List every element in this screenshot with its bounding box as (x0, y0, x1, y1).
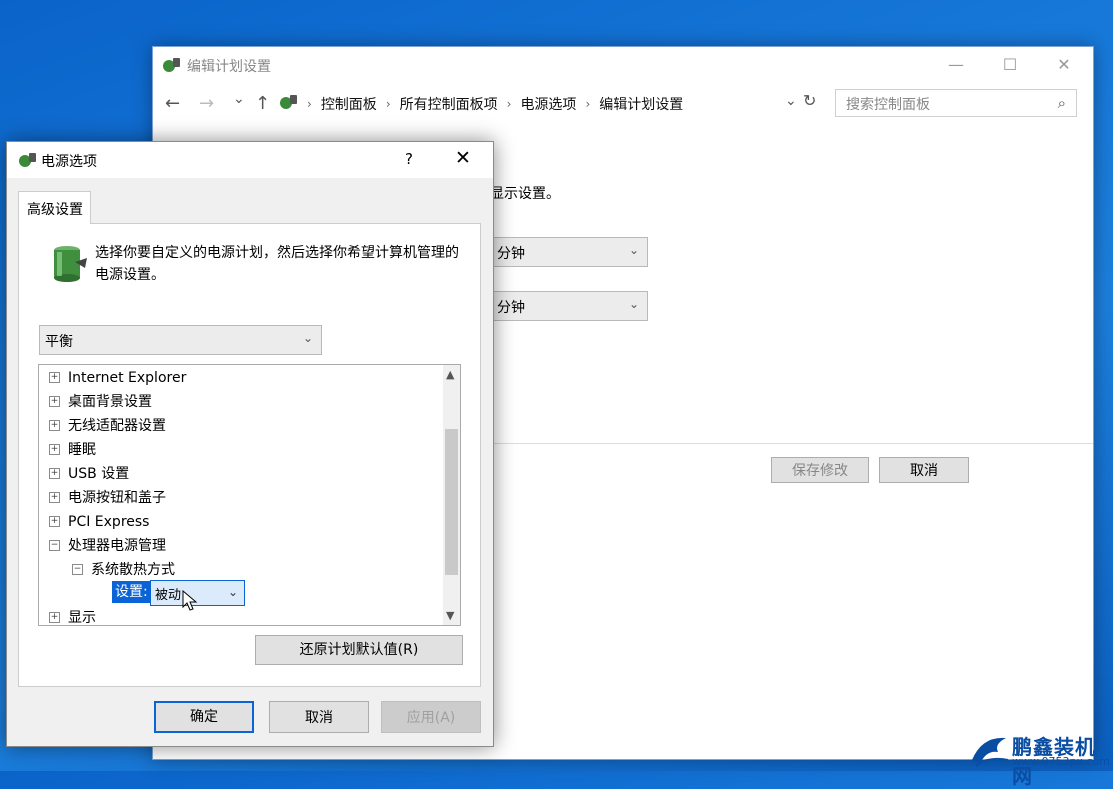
breadcrumb-separator: › (585, 97, 591, 111)
search-placeholder: 搜索控制面板 (846, 97, 930, 113)
expand-icon[interactable]: + (49, 371, 60, 383)
expand-icon[interactable]: + (49, 491, 60, 503)
power-options-icon (161, 56, 181, 78)
expand-icon[interactable]: + (49, 419, 60, 431)
tree-item[interactable]: − 系统散热方式 (72, 559, 175, 581)
tree-item[interactable]: + PCI Express (49, 511, 149, 533)
tree-item[interactable]: + 显示 (49, 607, 96, 626)
tab-advanced-settings[interactable]: 高级设置 (18, 191, 91, 224)
tree-item-label: USB 设置 (68, 466, 130, 482)
tree-item-label: 无线适配器设置 (68, 418, 166, 434)
power-options-icon (17, 151, 37, 173)
dragon-logo-icon (972, 737, 1009, 767)
dialog-title: 电源选项 (41, 154, 97, 170)
tree-item-label: Internet Explorer (68, 370, 187, 386)
help-icon[interactable]: ? (405, 150, 413, 168)
save-changes-button[interactable]: 保存修改 (771, 457, 869, 483)
chevron-down-icon[interactable]: ⌄ (785, 93, 797, 109)
cancel-button[interactable]: 取消 (269, 701, 369, 733)
battery-icon (45, 242, 89, 290)
tree-item-label: 处理器电源管理 (68, 538, 166, 554)
collapse-icon[interactable]: − (49, 539, 60, 551)
window-title: 编辑计划设置 (187, 59, 271, 75)
breadcrumb-item[interactable]: 控制面板 (321, 94, 377, 114)
title-bar: 编辑计划设置 — ☐ ✕ (153, 47, 1093, 83)
tree-item[interactable]: + 无线适配器设置 (49, 415, 166, 437)
watermark-url: www.0753px.com (1012, 755, 1110, 768)
tree-item-label: PCI Express (68, 514, 150, 530)
up-arrow-icon[interactable]: ↑ (255, 93, 270, 114)
ok-button[interactable]: 确定 (154, 701, 254, 733)
tree-item[interactable]: + Internet Explorer (49, 367, 186, 389)
navigation-bar: ← → ⌄ ↑ › 控制面板 › 所有控制面板项 › 电源选项 › 编辑计划设置… (153, 87, 1093, 121)
tree-item-label: 桌面背景设置 (68, 394, 152, 410)
expand-icon[interactable]: + (49, 395, 60, 407)
chevron-down-icon: ⌄ (302, 331, 313, 345)
select-value: 分钟 (497, 300, 525, 316)
sleep-select[interactable]: 分钟 ⌄ (490, 291, 648, 321)
recent-locations-icon[interactable]: ⌄ (233, 91, 245, 107)
tree-item[interactable]: + 电源按钮和盖子 (49, 487, 166, 509)
tree-item[interactable]: + USB 设置 (49, 463, 129, 485)
forward-arrow-icon[interactable]: → (199, 93, 214, 114)
control-panel-icon (278, 93, 298, 115)
minimize-button[interactable]: — (933, 49, 979, 81)
display-settings-text: 显示设置。 (490, 186, 560, 202)
select-value: 分钟 (497, 246, 525, 262)
tree-item[interactable]: − 处理器电源管理 (49, 535, 166, 557)
tree-item-label: 显示 (68, 610, 96, 626)
plan-value: 平衡 (45, 334, 73, 350)
watermark-logo: 鹏鑫装机网 www.0753px.com (968, 728, 1113, 788)
tree-item-label: 系统散热方式 (91, 562, 175, 578)
expand-icon[interactable]: + (49, 515, 60, 527)
chevron-down-icon: ⌄ (628, 243, 639, 257)
power-plan-select[interactable]: 平衡 ⌄ (39, 325, 322, 355)
search-icon[interactable]: ⌕ (1058, 94, 1066, 112)
breadcrumb-separator: › (307, 97, 312, 111)
chevron-down-icon: ⌄ (628, 297, 639, 311)
refresh-icon[interactable]: ↻ (803, 91, 816, 110)
breadcrumb-item[interactable]: 电源选项 (520, 94, 576, 114)
back-arrow-icon[interactable]: ← (165, 93, 180, 114)
dialog-title-bar: 电源选项 ? ✕ (7, 142, 493, 178)
power-options-dialog: 电源选项 ? ✕ 高级设置 选择你要自定义的电源计划，然后选择你希望计算机管理的… (6, 141, 494, 747)
address-bar[interactable]: › 控制面板 › 所有控制面板项 › 电源选项 › 编辑计划设置 (277, 89, 825, 119)
tree-item[interactable]: + 睡眠 (49, 439, 96, 461)
cancel-button[interactable]: 取消 (879, 457, 969, 483)
maximize-button[interactable]: ☐ (987, 49, 1033, 81)
breadcrumb-separator: › (506, 97, 512, 111)
expand-icon[interactable]: + (49, 611, 60, 623)
scrollbar[interactable]: ▲ ▼ (443, 365, 460, 625)
scroll-up-icon[interactable]: ▲ (446, 368, 454, 381)
expand-icon[interactable]: + (49, 443, 60, 455)
setting-label: 设置: (112, 581, 151, 603)
chevron-down-icon: ⌄ (227, 585, 238, 599)
close-button[interactable]: ✕ (1041, 49, 1087, 81)
mouse-cursor-icon (182, 589, 198, 616)
breadcrumb-item[interactable]: 所有控制面板项 (400, 94, 498, 114)
collapse-icon[interactable]: − (72, 563, 83, 575)
search-input[interactable]: 搜索控制面板 ⌕ (835, 89, 1077, 117)
settings-tree[interactable]: + Internet Explorer + 桌面背景设置 + 无线适配器设置 + 睡眠 … (38, 364, 461, 626)
scroll-down-icon[interactable]: ▼ (446, 609, 454, 622)
dialog-description: 选择你要自定义的电源计划，然后选择你希望计算机管理的电源设置。 (95, 245, 459, 283)
expand-icon[interactable]: + (49, 467, 60, 479)
tree-item-label: 电源按钮和盖子 (68, 490, 166, 506)
turn-off-display-select[interactable]: 分钟 ⌄ (490, 237, 648, 267)
breadcrumb-separator: › (385, 97, 391, 111)
scrollbar-thumb[interactable] (445, 429, 458, 575)
restore-defaults-button[interactable]: 还原计划默认值(R) (255, 635, 463, 665)
close-icon[interactable]: ✕ (455, 147, 471, 169)
tree-item-label: 睡眠 (68, 442, 96, 458)
apply-button[interactable]: 应用(A) (381, 701, 481, 733)
advanced-settings-panel: 选择你要自定义的电源计划，然后选择你希望计算机管理的电源设置。 平衡 ⌄ + In… (18, 223, 481, 687)
setting-value: 被动 (155, 588, 182, 603)
tree-item[interactable]: + 桌面背景设置 (49, 391, 152, 413)
breadcrumb-item[interactable]: 编辑计划设置 (599, 94, 683, 114)
